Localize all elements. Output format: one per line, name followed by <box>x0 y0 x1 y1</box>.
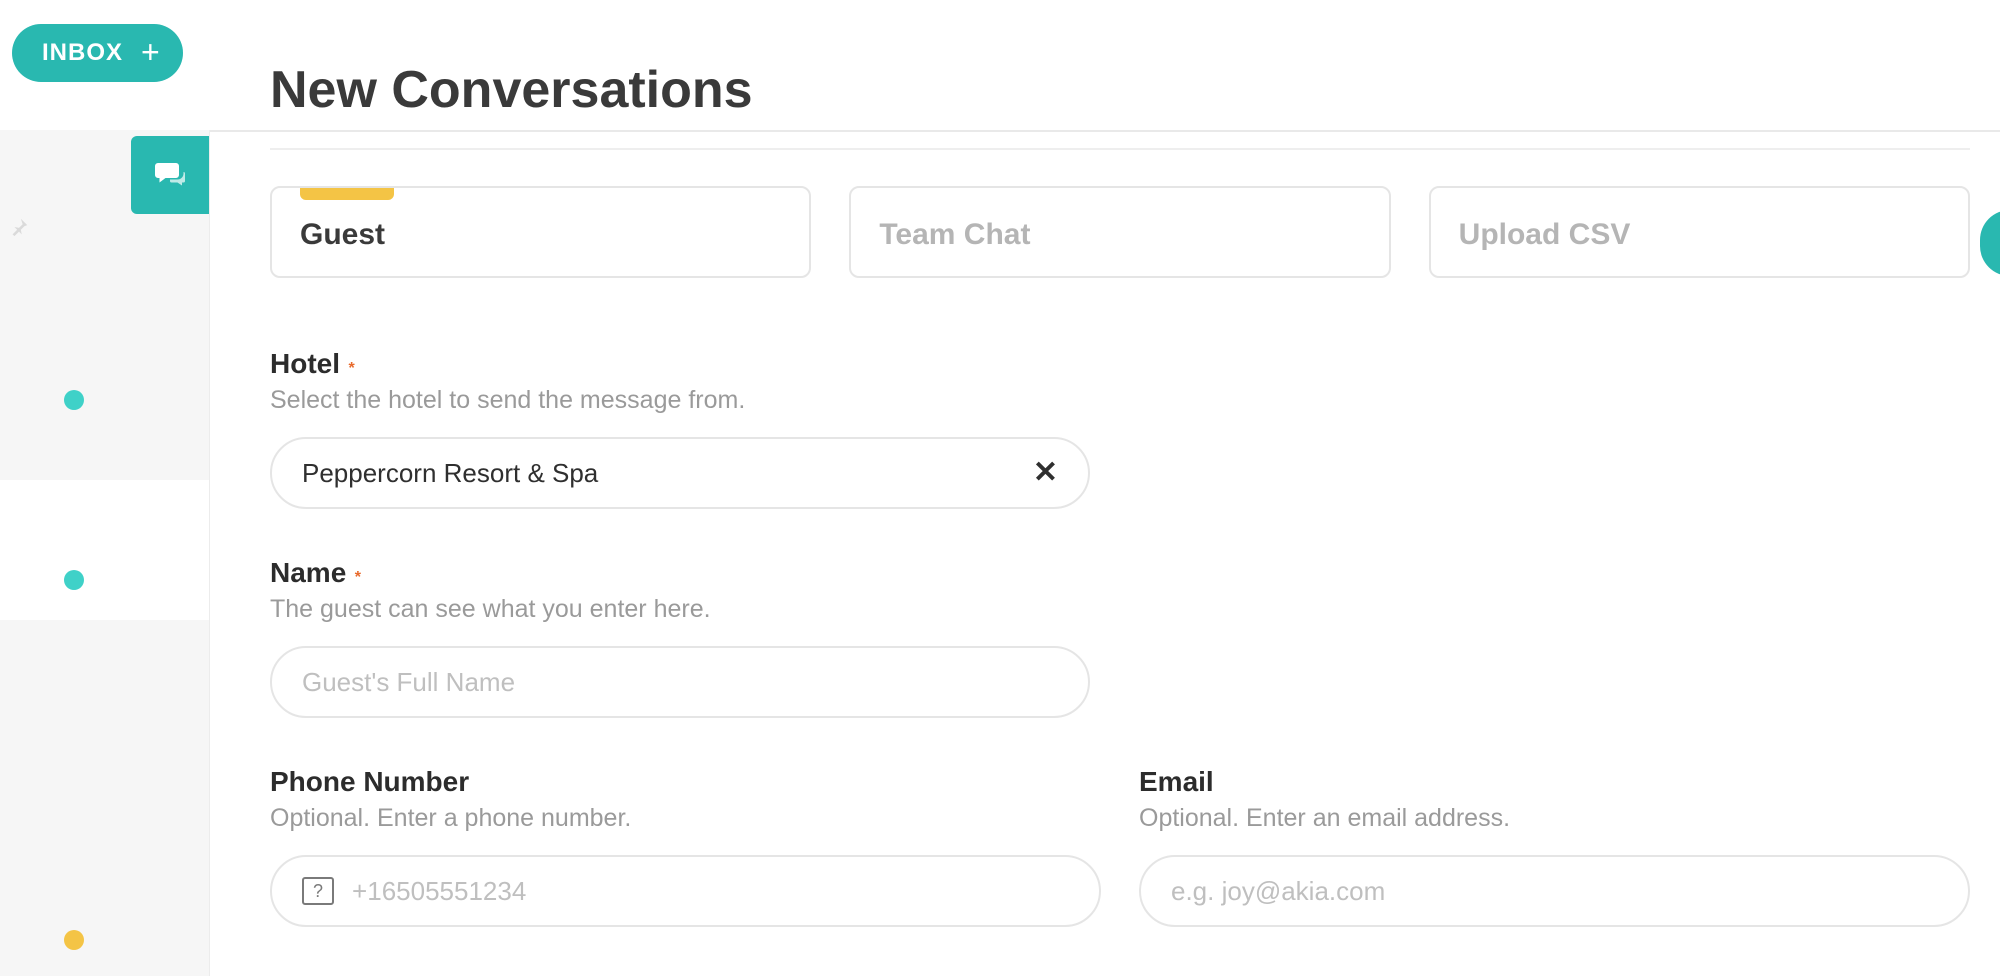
left-rail <box>0 130 210 976</box>
field-phone: Phone Number Optional. Enter a phone num… <box>270 766 1101 927</box>
tab-guest[interactable]: Guest <box>270 186 811 278</box>
tab-upload-csv-label: Upload CSV <box>1459 218 1940 252</box>
phone-help: Optional. Enter a phone number. <box>270 804 1101 833</box>
tab-upload-csv[interactable]: Upload CSV <box>1429 186 1970 278</box>
tab-accent <box>300 188 394 200</box>
right-edge-chip[interactable] <box>1980 210 2000 276</box>
name-input[interactable] <box>302 667 1058 698</box>
tab-team-chat[interactable]: Team Chat <box>849 186 1390 278</box>
phone-input[interactable] <box>352 876 1069 907</box>
plus-icon[interactable]: + <box>141 36 161 68</box>
inbox-pill[interactable]: INBOX + <box>12 24 183 82</box>
pin-icon <box>8 216 36 244</box>
name-label: Name <box>270 557 346 588</box>
sidebar-dot-2[interactable] <box>64 570 84 590</box>
flag-unknown-icon: ? <box>313 881 323 902</box>
hotel-value: Peppercorn Resort & Spa <box>302 458 598 489</box>
field-email: Email Optional. Enter an email address. <box>1139 766 1970 927</box>
sidebar-dot-3[interactable] <box>64 930 84 950</box>
field-hotel: Hotel * Select the hotel to send the mes… <box>270 348 1970 509</box>
sidebar-dot-1[interactable] <box>64 390 84 410</box>
hotel-label: Hotel <box>270 348 340 379</box>
hotel-help: Select the hotel to send the message fro… <box>270 386 1970 415</box>
phone-label: Phone Number <box>270 766 1101 798</box>
hotel-select[interactable]: Peppercorn Resort & Spa ✕ <box>270 437 1090 509</box>
tab-guest-label: Guest <box>300 218 781 252</box>
required-marker: * <box>355 569 361 586</box>
conversations-tab[interactable] <box>131 136 209 214</box>
email-input[interactable] <box>1171 876 1938 907</box>
title-divider <box>270 148 1970 150</box>
inbox-label: INBOX <box>42 39 123 67</box>
email-label: Email <box>1139 766 1970 798</box>
name-help: The guest can see what you enter here. <box>270 595 1970 624</box>
chat-bubbles-icon <box>152 157 188 193</box>
required-marker: * <box>348 360 354 377</box>
country-flag-picker[interactable]: ? <box>302 877 334 905</box>
field-name: Name * The guest can see what you enter … <box>270 557 1970 718</box>
email-help: Optional. Enter an email address. <box>1139 804 1970 833</box>
clear-icon[interactable]: ✕ <box>1033 458 1058 488</box>
conversation-type-tabs: Guest Team Chat Upload CSV <box>270 186 1970 278</box>
page-title: New Conversations <box>270 60 1970 120</box>
tab-team-chat-label: Team Chat <box>879 218 1360 252</box>
rail-gap <box>0 480 209 620</box>
